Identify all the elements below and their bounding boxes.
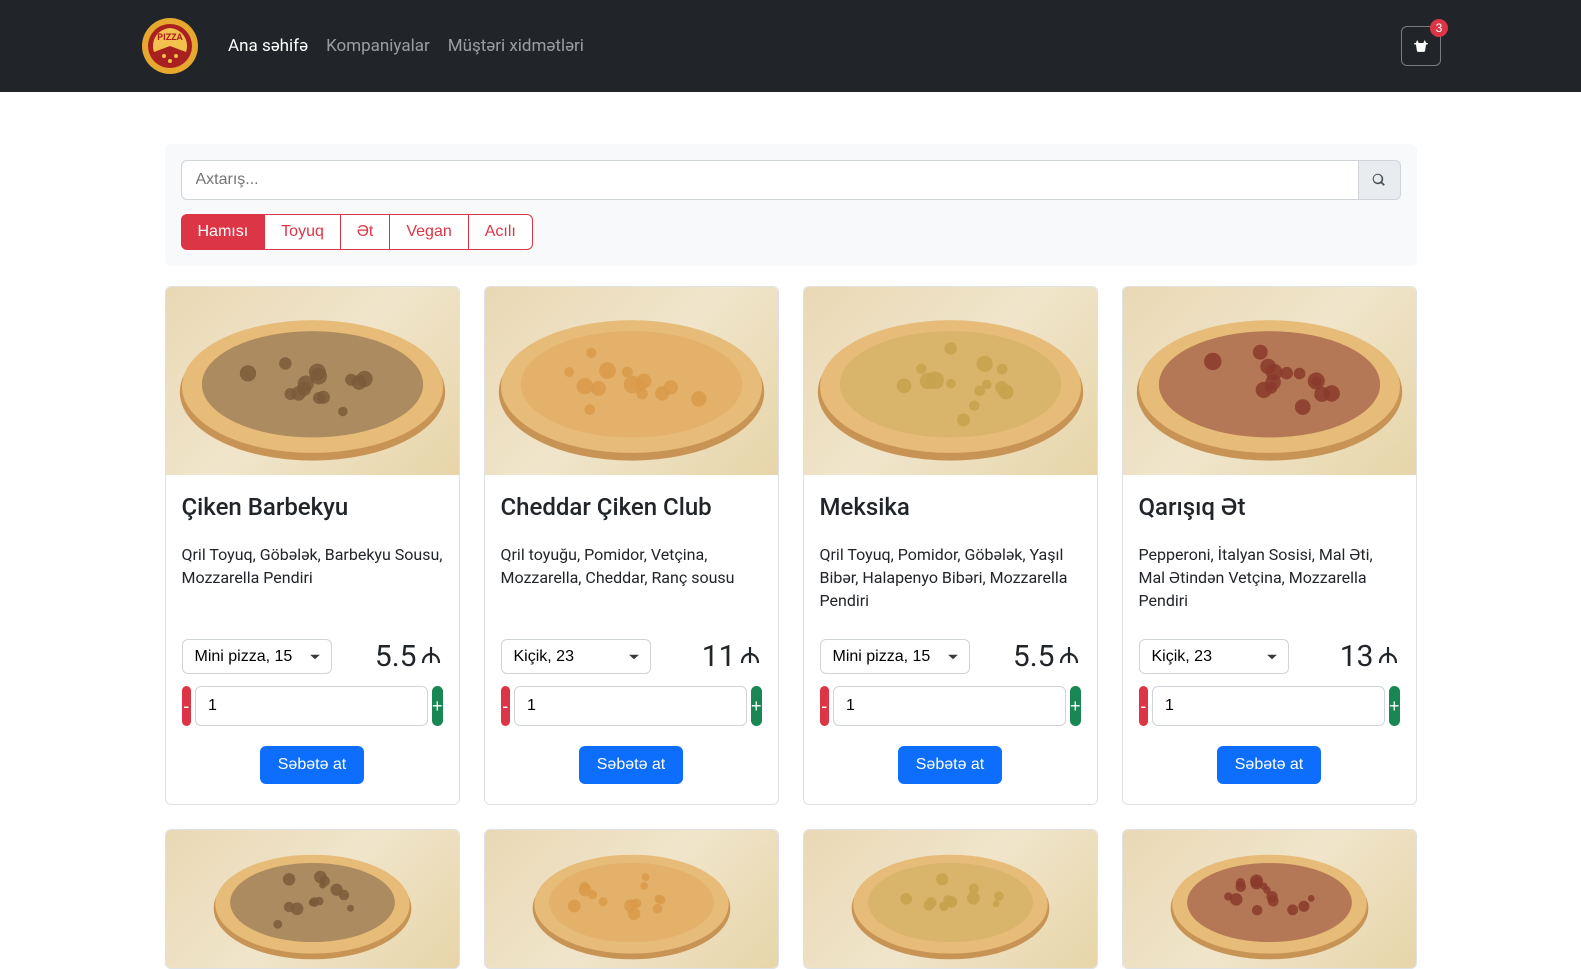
qty-increment[interactable]: +	[1070, 686, 1081, 726]
add-to-cart-button[interactable]: Səbətə at	[898, 746, 1003, 784]
filter-tags: HamısıToyuqƏtVeganAcılı	[181, 214, 1401, 250]
filter-tag-acılı[interactable]: Acılı	[469, 214, 533, 250]
product-image	[1123, 830, 1416, 969]
qty-increment[interactable]: +	[1389, 686, 1400, 726]
product-card	[803, 829, 1098, 969]
product-image	[804, 287, 1097, 475]
search-row	[181, 160, 1401, 200]
qty-decrement[interactable]: -	[1139, 686, 1148, 726]
product-image	[804, 830, 1097, 969]
size-select[interactable]: Mini pizza, 15	[182, 639, 332, 674]
manat-icon	[419, 643, 443, 667]
filter-tag-vegan[interactable]: Vegan	[390, 214, 468, 250]
product-card	[484, 829, 779, 969]
product-title: Cheddar Çiken Club	[501, 493, 762, 521]
main-content: HamısıToyuqƏtVeganAcılı Çiken Barbekyu Q…	[141, 144, 1441, 969]
product-image	[166, 287, 459, 475]
cart-button[interactable]: 3	[1401, 26, 1441, 66]
product-title: Çiken Barbekyu	[182, 493, 443, 521]
product-price: 5.5	[375, 639, 443, 674]
navbar: PIZZA Ana səhifə Kompaniyalar Müştəri xi…	[0, 0, 1581, 92]
product-image	[166, 830, 459, 969]
product-desc: Pepperoni, İtalyan Sosisi, Mal Əti, Mal …	[1139, 543, 1400, 615]
product-desc: Qril toyuğu, Pomidor, Vetçina, Mozzarell…	[501, 543, 762, 615]
filter-tag-hamısı[interactable]: Hamısı	[181, 214, 266, 250]
product-title: Qarışıq Ət	[1139, 493, 1400, 521]
product-card	[165, 829, 460, 969]
product-image	[485, 287, 778, 475]
pizza-image	[166, 287, 459, 475]
pizza-image	[485, 830, 778, 969]
qty-input[interactable]	[195, 686, 428, 726]
add-to-cart-button[interactable]: Səbətə at	[1217, 746, 1322, 784]
search-input[interactable]	[181, 160, 1359, 200]
svg-text:PIZZA: PIZZA	[157, 33, 183, 43]
nav-companies[interactable]: Kompaniyalar	[326, 36, 430, 56]
product-price: 5.5	[1013, 639, 1081, 674]
product-card: Çiken Barbekyu Qril Toyuq, Göbələk, Barb…	[165, 286, 460, 805]
product-price: 11	[702, 639, 762, 674]
product-desc: Qril Toyuq, Pomidor, Göbələk, Yaşıl Bibə…	[820, 543, 1081, 615]
pizza-image	[804, 830, 1097, 969]
qty-increment[interactable]: +	[751, 686, 762, 726]
search-icon	[1372, 173, 1386, 187]
nav-support[interactable]: Müştəri xidmətləri	[448, 36, 584, 56]
pizza-image	[1123, 287, 1416, 475]
pizza-image	[485, 287, 778, 475]
qty-decrement[interactable]: -	[501, 686, 510, 726]
size-select[interactable]: Kiçik, 23	[1139, 639, 1289, 674]
product-grid: Çiken Barbekyu Qril Toyuq, Göbələk, Barb…	[165, 286, 1417, 805]
qty-input[interactable]	[514, 686, 747, 726]
manat-icon	[1057, 643, 1081, 667]
pizza-image	[804, 287, 1097, 475]
add-to-cart-button[interactable]: Səbətə at	[260, 746, 365, 784]
add-to-cart-button[interactable]: Səbətə at	[579, 746, 684, 784]
cart-badge: 3	[1430, 19, 1448, 37]
product-card	[1122, 829, 1417, 969]
product-image	[1123, 287, 1416, 475]
product-image	[485, 830, 778, 969]
qty-decrement[interactable]: -	[820, 686, 829, 726]
product-card: Meksika Qril Toyuq, Pomidor, Göbələk, Ya…	[803, 286, 1098, 805]
filter-panel: HamısıToyuqƏtVeganAcılı	[165, 144, 1417, 266]
product-price: 13	[1340, 639, 1400, 674]
basket-icon	[1412, 37, 1430, 55]
qty-increment[interactable]: +	[432, 686, 443, 726]
brand-logo[interactable]: PIZZA	[140, 16, 200, 76]
manat-icon	[1376, 643, 1400, 667]
qty-input[interactable]	[1152, 686, 1385, 726]
nav-home[interactable]: Ana səhifə	[228, 36, 308, 56]
qty-decrement[interactable]: -	[182, 686, 191, 726]
product-card: Cheddar Çiken Club Qril toyuğu, Pomidor,…	[484, 286, 779, 805]
filter-tag-toyuq[interactable]: Toyuq	[265, 214, 341, 250]
pizza-image	[1123, 830, 1416, 969]
size-select[interactable]: Mini pizza, 15	[820, 639, 970, 674]
product-desc: Qril Toyuq, Göbələk, Barbekyu Sousu, Moz…	[182, 543, 443, 615]
search-button[interactable]	[1359, 160, 1401, 200]
pizza-image	[166, 830, 459, 969]
filter-tag-ət[interactable]: Ət	[341, 214, 390, 250]
product-title: Meksika	[820, 493, 1081, 521]
qty-input[interactable]	[833, 686, 1066, 726]
nav-links: Ana səhifə Kompaniyalar Müştəri xidmətlə…	[228, 36, 584, 56]
product-card: Qarışıq Ət Pepperoni, İtalyan Sosisi, Ma…	[1122, 286, 1417, 805]
manat-icon	[738, 643, 762, 667]
size-select[interactable]: Kiçik, 23	[501, 639, 651, 674]
product-grid-peek	[165, 829, 1417, 969]
